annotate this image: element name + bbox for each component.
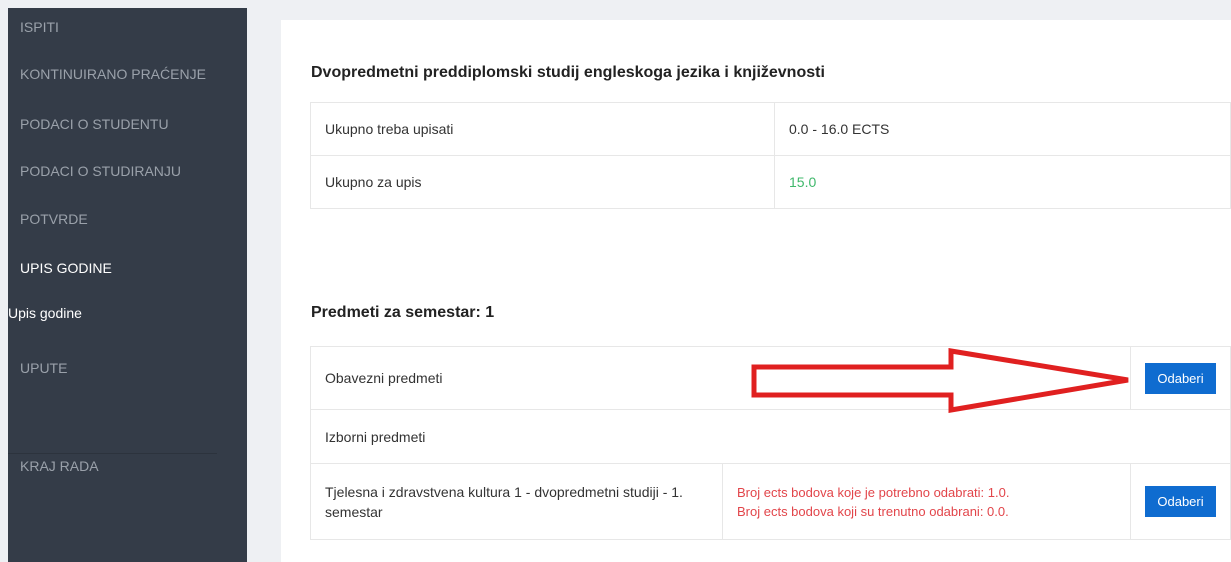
table-row: Ukupno za upis 15.0 <box>310 155 1231 209</box>
sidebar-divider <box>8 453 217 454</box>
nav-item-potvrde[interactable]: POTVRDE <box>20 211 88 227</box>
nav-subitem-upis-godine[interactable]: Upis godine <box>8 305 82 321</box>
ects-selected-text: Broj ects bodova koji su trenutno odabra… <box>737 503 1009 519</box>
nav-item-podaci-o-studiranju[interactable]: PODACI O STUDIRANJU <box>20 163 181 179</box>
annotation-arrow-icon <box>751 348 1129 413</box>
summary-label-required: Ukupno treba upisati <box>310 102 775 156</box>
elective-ects-info: Broj ects bodova koje je potrebno odabra… <box>722 463 1131 540</box>
table-row: Ukupno treba upisati 0.0 - 16.0 ECTS <box>310 102 1231 156</box>
semester-title: Predmeti za semestar: 1 <box>311 304 495 321</box>
summary-value-required: 0.0 - 16.0 ECTS <box>774 102 1231 156</box>
nav-item-upis-godine[interactable]: UPIS GODINE <box>20 260 112 276</box>
program-title: Dvopredmetni preddiplomski studij engles… <box>311 64 825 81</box>
select-elective-button[interactable]: Odaberi <box>1145 486 1216 517</box>
nav-item-kraj-rada[interactable]: KRAJ RADA <box>20 458 99 474</box>
select-mandatory-button[interactable]: Odaberi <box>1145 362 1216 394</box>
elective-action-cell: Odaberi <box>1130 463 1231 540</box>
ects-summary-table: Ukupno treba upisati 0.0 - 16.0 ECTS Uku… <box>310 102 1231 209</box>
summary-label-enrolled: Ukupno za upis <box>310 155 775 209</box>
nav-item-upute[interactable]: UPUTE <box>20 360 67 376</box>
mandatory-action-cell: Odaberi <box>1130 346 1231 410</box>
nav-item-ispiti[interactable]: ISPITI <box>20 19 59 35</box>
sidebar: ISPITI KONTINUIRANO PRAĆENJE PODACI O ST… <box>8 8 247 562</box>
elective-course-name: Tjelesna i zdravstvena kultura 1 - dvopr… <box>310 463 723 540</box>
ects-required-text: Broj ects bodova koje je potrebno odabra… <box>737 484 1010 500</box>
summary-value-enrolled: 15.0 <box>774 155 1231 209</box>
nav-item-kontinuirano-pracenje[interactable]: KONTINUIRANO PRAĆENJE <box>20 66 206 82</box>
main-panel: Dvopredmetni preddiplomski studij engles… <box>281 20 1231 562</box>
nav-item-podaci-o-studentu[interactable]: PODACI O STUDENTU <box>20 116 169 132</box>
table-row: Tjelesna i zdravstvena kultura 1 - dvopr… <box>310 463 1231 540</box>
